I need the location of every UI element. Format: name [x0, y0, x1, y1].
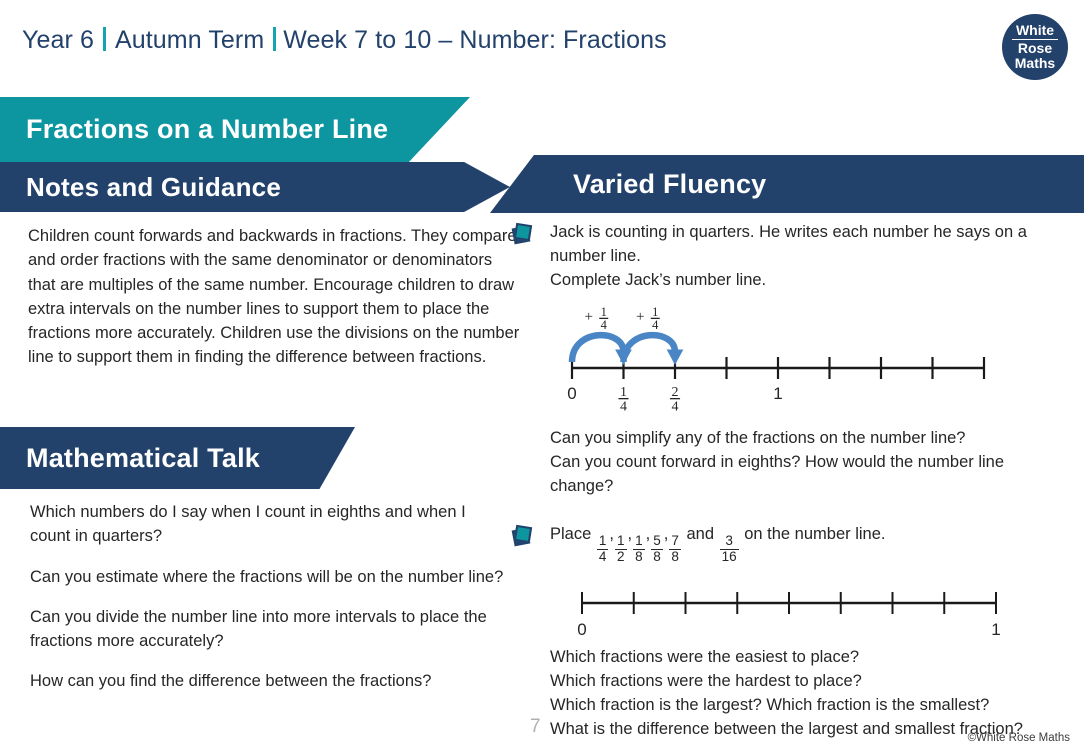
fraction-separator: , [645, 525, 651, 544]
notes-and-guidance-text: Children count forwards and backwards in… [28, 227, 520, 367]
question-2-fraction: 78 [669, 534, 681, 563]
header-divider-1 [102, 27, 106, 51]
fraction-denominator: 8 [651, 548, 663, 564]
jump-label-sign: + [585, 309, 593, 325]
question-2-tail: on the number line. [739, 525, 886, 544]
fraction-denominator: 16 [719, 548, 739, 564]
jump-label-sign: + [636, 309, 644, 325]
question-1-line-2: number line. [550, 247, 641, 266]
copyright-notice: ©White Rose Maths [967, 732, 1070, 744]
fraction-denominator: 2 [614, 548, 627, 564]
number-line-2-label: 0 [577, 620, 586, 639]
followup-line: Which fractions were the hardest to plac… [550, 672, 862, 691]
fraction-numerator: 1 [635, 533, 643, 549]
page-number: 7 [530, 716, 541, 737]
question-1-text: Jack is counting in quarters. He writes … [550, 220, 1072, 292]
page-header: Year 6 Autumn Term Week 7 to 10 – Number… [22, 24, 667, 55]
fraction-denominator: 4 [596, 548, 609, 564]
fraction-separator: , [609, 525, 614, 544]
followup-line: Can you count forward in eighths? How wo… [550, 453, 1005, 472]
fraction-numerator: 3 [725, 533, 733, 549]
question-2-fraction: 14 [596, 533, 609, 564]
number-line-1-label-fraction: 24 [669, 385, 681, 415]
fraction-numerator: 1 [620, 385, 627, 400]
number-line-1-label: 0 [567, 384, 576, 403]
question-1-line-1: Jack is counting in quarters. He writes … [550, 223, 1027, 241]
question-2-lead: Place [550, 525, 596, 544]
talk-question: How can you find the difference between … [30, 672, 432, 691]
fraction-denominator: 4 [601, 318, 608, 332]
square-bullet-icon [511, 222, 533, 245]
notes-and-guidance-banner: Notes and Guidance [0, 162, 510, 212]
number-line-1-label-fraction: 14 [618, 385, 629, 415]
followup-line: Which fractions were the easiest to plac… [550, 648, 860, 667]
question-2-text: Place 14,12,18,58,78 and 3 16 on the numb… [550, 522, 1072, 563]
header-term: Autumn Term [114, 26, 265, 54]
talk-question: Can you estimate where the fractions wil… [30, 567, 504, 586]
fraction-denominator: 8 [633, 548, 645, 564]
question-2-fraction: 58 [651, 534, 663, 563]
varied-fluency-question-2: Place 14,12,18,58,78 and 3 16 on the numb… [511, 522, 1072, 563]
header-divider-2 [273, 27, 277, 51]
fraction-denominator: 8 [669, 548, 681, 564]
fraction-denominator: 4 [620, 400, 627, 415]
fraction-numerator: 1 [598, 533, 607, 549]
question-1-line-3: Complete Jack’s number line. [550, 271, 767, 290]
white-rose-maths-logo: White Rose Maths [1002, 14, 1068, 80]
talk-question: Can you divide the number line into more… [30, 607, 487, 650]
header-week: Week 7 to 10 – Number: Fractions [283, 26, 667, 54]
square-bullet-front [513, 222, 533, 242]
fraction-numerator: 5 [653, 533, 661, 549]
fraction-numerator: 2 [672, 385, 679, 400]
varied-fluency-question-1: Jack is counting in quarters. He writes … [511, 220, 1072, 292]
fraction-separator: , [627, 525, 633, 544]
talk-question: Which numbers do I say when I count in e… [30, 503, 466, 546]
number-line-1-svg: 0 14241+ 14 +14 [567, 305, 986, 415]
fraction-denominator: 4 [652, 318, 659, 332]
topic-banner-label: Fractions on a Number Line [26, 114, 389, 144]
number-line-2-svg: 01 [577, 592, 1001, 639]
logo-line-2: Rose [1017, 40, 1053, 57]
question-1-followups: Can you simplify any of the fractions on… [550, 426, 1072, 498]
header-year: Year 6 [22, 26, 94, 54]
square-bullet-front [513, 525, 533, 544]
jump-arc [568, 332, 627, 363]
logo-line-3: Maths [1014, 54, 1056, 71]
varied-fluency-content: Jack is counting in quarters. He writes … [511, 220, 1072, 742]
fraction-numerator: 1 [616, 533, 625, 549]
mathematical-talk-questions: Which numbers do I say when I count in e… [30, 500, 508, 694]
number-line-1-jump-arrow [620, 332, 684, 366]
number-line-2: 01 [550, 579, 1072, 641]
jump-label-fraction: 14 [650, 305, 660, 332]
worksheet-page: Year 6 Autumn Term Week 7 to 10 – Number… [0, 0, 1084, 750]
logo-line-1: White [1015, 22, 1055, 39]
question-2-followups: Which fractions were the easiest to plac… [550, 645, 1072, 741]
jump-label-fraction: 14 [599, 305, 609, 332]
square-bullet-icon [511, 525, 533, 547]
fraction-separator: , [663, 525, 669, 544]
varied-fluency-banner: Varied Fluency [490, 155, 1084, 213]
jump-arrowhead [666, 349, 684, 366]
topic-banner: Fractions on a Number Line [0, 97, 470, 162]
question-2-conjunction: and [681, 525, 719, 544]
number-line-1: 0 1 4 2 4 1 +1 4 +1 4 [550, 304, 1072, 420]
mathematical-talk-banner: Mathematical Talk [0, 427, 355, 489]
varied-fluency-banner-label: Varied Fluency [573, 168, 767, 199]
jump-arc [620, 332, 679, 363]
number-line-2-label: 1 [991, 620, 1000, 639]
followup-line: Can you simplify any of the fractions on… [550, 429, 966, 448]
question-2-fraction: 12 [614, 533, 627, 564]
question-2-fraction: 18 [633, 534, 645, 563]
fraction-denominator: 4 [672, 400, 679, 415]
followup-line: change? [550, 477, 614, 496]
followup-line: Which fraction is the largest? Which fra… [550, 696, 990, 715]
talk-banner-label: Mathematical Talk [26, 442, 260, 473]
question-2-fraction: 3 16 [719, 533, 739, 564]
number-line-1-label: 1 [773, 384, 782, 403]
fraction-numerator: 7 [671, 533, 679, 549]
notes-banner-label: Notes and Guidance [26, 171, 281, 202]
